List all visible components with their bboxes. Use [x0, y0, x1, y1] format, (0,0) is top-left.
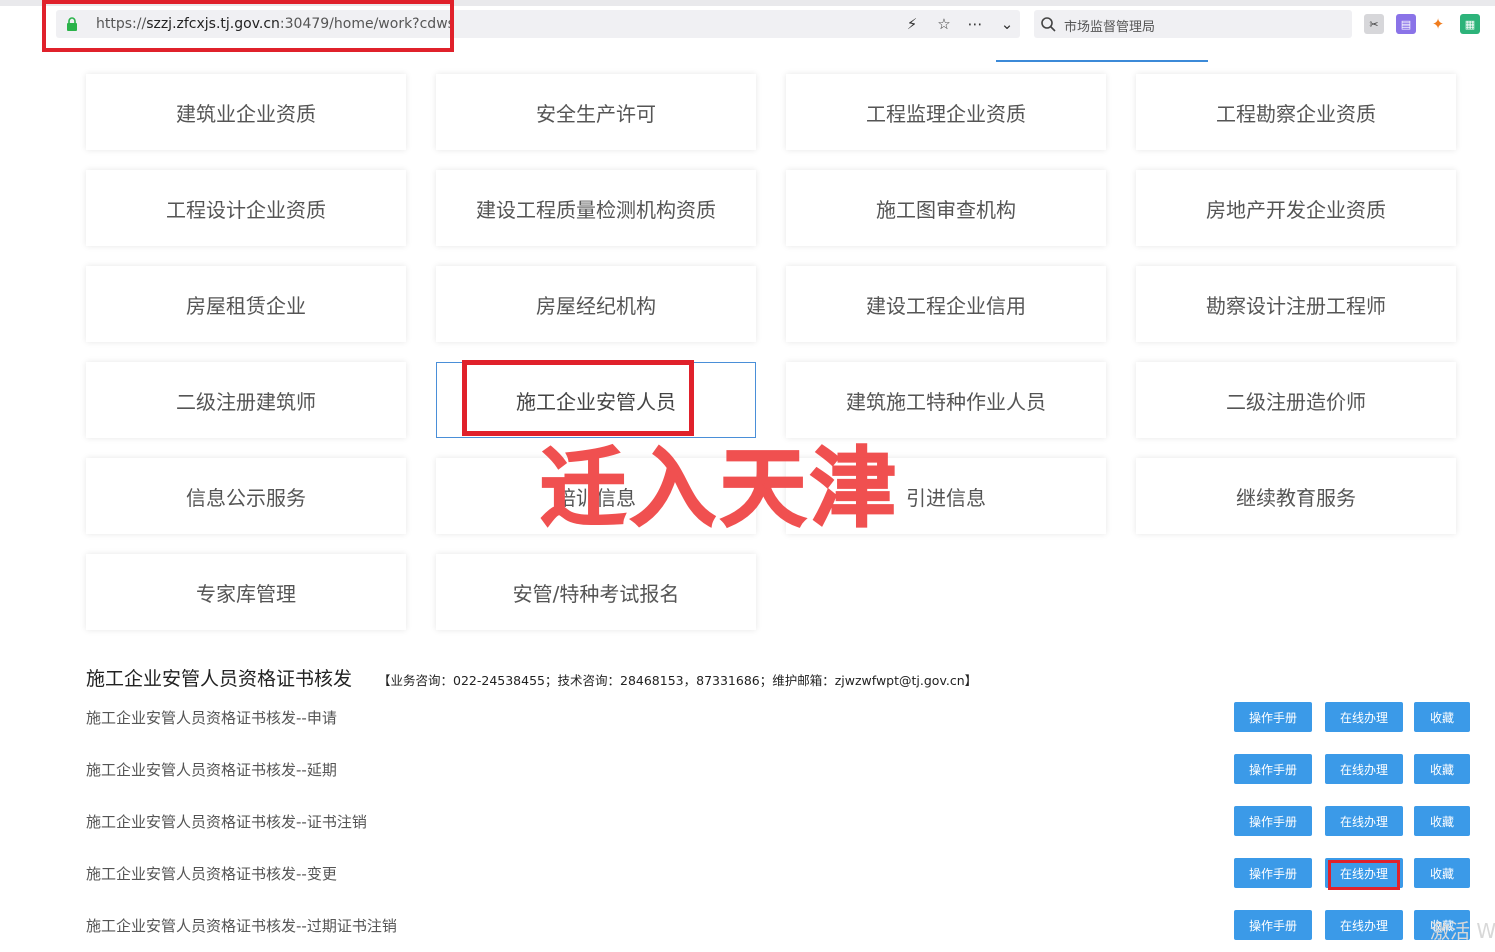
tile-housing-brokerage[interactable]: 房屋经纪机构 [436, 266, 756, 342]
tile-continuing-education[interactable]: 继续教育服务 [1136, 458, 1456, 534]
manual-button[interactable]: 操作手册 [1234, 806, 1312, 836]
online-button[interactable]: 在线办理 [1325, 910, 1403, 940]
manual-button[interactable]: 操作手册 [1234, 858, 1312, 888]
activation-watermark: 激活 W [1430, 919, 1495, 943]
tile-construction-qualification[interactable]: 建筑业企业资质 [86, 74, 406, 150]
manual-button[interactable]: 操作手册 [1234, 910, 1312, 940]
extension-orange-icon[interactable]: ✦ [1428, 14, 1448, 34]
tile-safety-permit[interactable]: 安全生产许可 [436, 74, 756, 150]
tile-drawing-review[interactable]: 施工图审查机构 [786, 170, 1106, 246]
tile-housing-rental[interactable]: 房屋租赁企业 [86, 266, 406, 342]
manual-button[interactable]: 操作手册 [1234, 754, 1312, 784]
tile-survey-qualification[interactable]: 工程勘察企业资质 [1136, 74, 1456, 150]
lightning-icon[interactable]: ⚡ [902, 14, 922, 34]
service-row-label[interactable]: 施工企业安管人员资格证书核发--变更 [86, 863, 337, 884]
tile-design-qualification[interactable]: 工程设计企业资质 [86, 170, 406, 246]
section-contact: 【业务咨询：022-24538455；技术咨询：28468153，8733168… [378, 673, 978, 688]
online-button[interactable]: 在线办理 [1325, 754, 1403, 784]
chevron-down-icon[interactable]: ⌄ [997, 14, 1017, 34]
favorite-button[interactable]: 收藏 [1414, 858, 1470, 888]
service-row-label[interactable]: 施工企业安管人员资格证书核发--延期 [86, 759, 337, 780]
tile-survey-design-engineer[interactable]: 勘察设计注册工程师 [1136, 266, 1456, 342]
tile-real-estate-development[interactable]: 房地产开发企业资质 [1136, 170, 1456, 246]
tile-exam-registration[interactable]: 安管/特种考试报名 [436, 554, 756, 630]
online-button-highlight-box [1328, 860, 1400, 890]
extension-green-icon[interactable]: ▦ [1460, 14, 1480, 34]
star-icon[interactable]: ☆ [934, 14, 954, 34]
manual-button[interactable]: 操作手册 [1234, 702, 1312, 732]
tile-supervision-qualification[interactable]: 工程监理企业资质 [786, 74, 1106, 150]
tile-architect-level2[interactable]: 二级注册建筑师 [86, 362, 406, 438]
favorite-button[interactable]: 收藏 [1414, 806, 1470, 836]
online-button[interactable]: 在线办理 [1325, 806, 1403, 836]
online-button[interactable]: 在线办理 [1325, 702, 1403, 732]
service-row-label[interactable]: 施工企业安管人员资格证书核发--过期证书注销 [86, 915, 397, 936]
extension-purple-icon[interactable]: ▤ [1396, 14, 1416, 34]
overlay-watermark: 迁入天津 [539, 438, 900, 540]
search-text: 市场监督管理局 [1064, 20, 1156, 35]
service-row-label[interactable]: 施工企业安管人员资格证书核发--申请 [86, 707, 337, 728]
tile-public-information[interactable]: 信息公示服务 [86, 458, 406, 534]
more-icon[interactable]: ⋯ [965, 14, 985, 34]
favorite-button[interactable]: 收藏 [1414, 702, 1470, 732]
tile-cost-engineer-level2[interactable]: 二级注册造价师 [1136, 362, 1456, 438]
scissors-icon[interactable]: ✂ [1364, 14, 1384, 34]
tile-enterprise-credit[interactable]: 建设工程企业信用 [786, 266, 1106, 342]
search-icon [1041, 17, 1056, 32]
service-row-label[interactable]: 施工企业安管人员资格证书核发--证书注销 [86, 811, 367, 832]
section-title: 施工企业安管人员资格证书核发 [86, 668, 353, 690]
url-highlight-box [42, 0, 454, 52]
tab-underline [996, 60, 1208, 62]
favorite-button[interactable]: 收藏 [1414, 754, 1470, 784]
tile-quality-inspection[interactable]: 建设工程质量检测机构资质 [436, 170, 756, 246]
tile-expert-database[interactable]: 专家库管理 [86, 554, 406, 630]
